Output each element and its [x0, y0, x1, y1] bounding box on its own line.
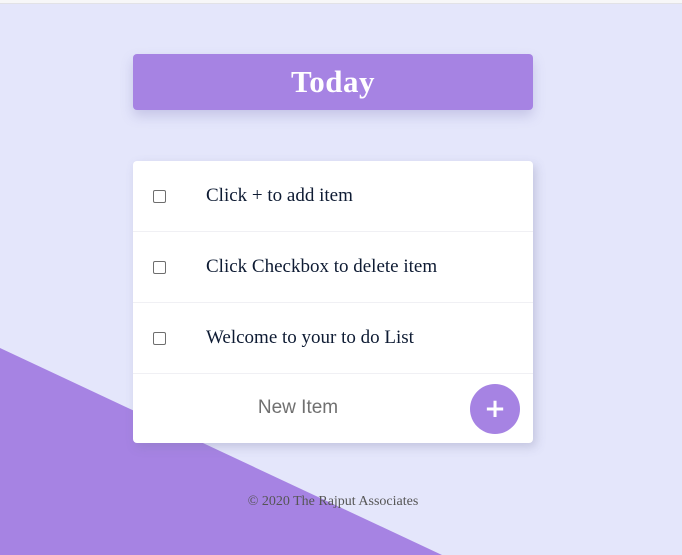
item-checkbox[interactable]: [153, 190, 166, 203]
add-item-button[interactable]: +: [470, 384, 520, 434]
page-title: Today: [290, 64, 376, 99]
heading-box: Today: [133, 54, 533, 110]
item-checkbox[interactable]: [153, 261, 166, 274]
new-item-form: +: [133, 374, 533, 443]
new-item-input[interactable]: [133, 386, 463, 430]
todo-list-card: Click + to add item Click Checkbox to de…: [133, 161, 533, 443]
todo-item: Click Checkbox to delete item: [133, 232, 533, 303]
item-checkbox[interactable]: [153, 332, 166, 345]
todo-item: Click + to add item: [133, 161, 533, 232]
todo-item-label: Welcome to your to do List: [206, 327, 414, 348]
todo-item-label: Click Checkbox to delete item: [206, 256, 438, 277]
todo-item: Welcome to your to do List: [133, 303, 533, 374]
footer-copyright: © 2020 The Rajput Associates: [247, 494, 419, 509]
plus-icon: +: [484, 394, 506, 424]
todo-item-label: Click + to add item: [206, 185, 353, 206]
